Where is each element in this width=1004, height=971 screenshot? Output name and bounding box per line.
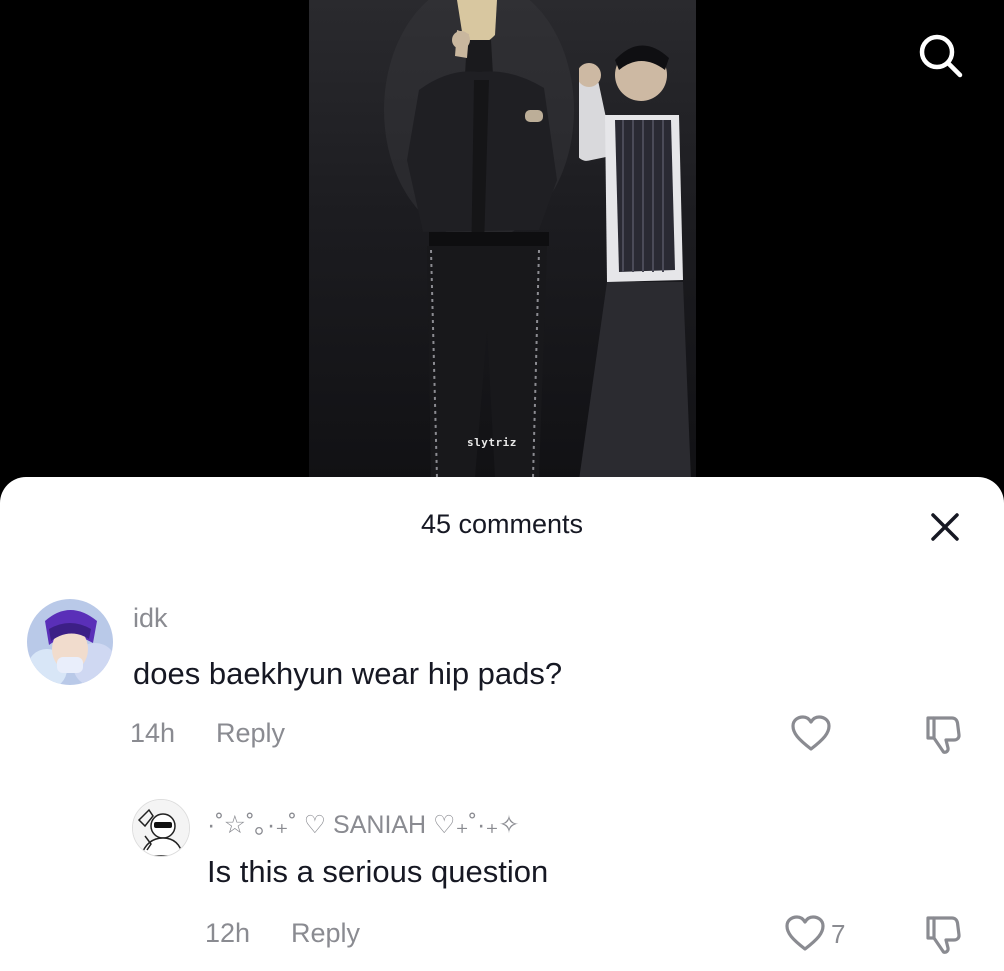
search-icon [919,34,963,78]
comment-username[interactable]: ·˚☆˚｡·₊˚ ♡ SANIAH ♡₊˚·₊✧ [207,805,519,841]
performer-back-figure [579,45,691,480]
comment-text: Is this a serious question [207,854,549,889]
comment-timestamp: 14h [130,718,176,748]
thumbs-down-icon [926,916,961,954]
comment-timestamp: 12h [205,918,251,948]
comment-text: does baekhyun wear hip pads? [133,656,563,691]
like-button[interactable] [788,713,834,755]
dislike-button[interactable] [920,711,966,757]
heart-icon [785,915,825,951]
comments-sheet: 45 comments idk does baekhyun wear hip p… [0,477,1004,971]
close-icon [931,513,959,541]
commenter-avatar[interactable] [27,599,113,685]
like-button[interactable] [782,913,828,955]
like-count: 7 [831,919,846,949]
video-frame[interactable]: slytriz [309,0,696,480]
comments-count-title: 45 comments [420,509,584,539]
heart-icon [791,715,831,751]
close-button[interactable] [925,507,965,547]
search-button[interactable] [912,28,968,84]
dislike-button[interactable] [920,911,966,957]
performer-main-figure [384,0,574,479]
video-watermark: slytriz [467,436,517,449]
video-player[interactable]: slytriz [0,0,1004,500]
reply-button[interactable]: Reply [291,918,360,949]
thumbs-down-icon [926,716,961,754]
comment-username[interactable]: idk [133,603,168,634]
reply-button[interactable]: Reply [216,718,285,749]
avatar-image [27,599,113,685]
avatar-image [133,800,189,856]
commenter-avatar[interactable] [132,799,190,857]
